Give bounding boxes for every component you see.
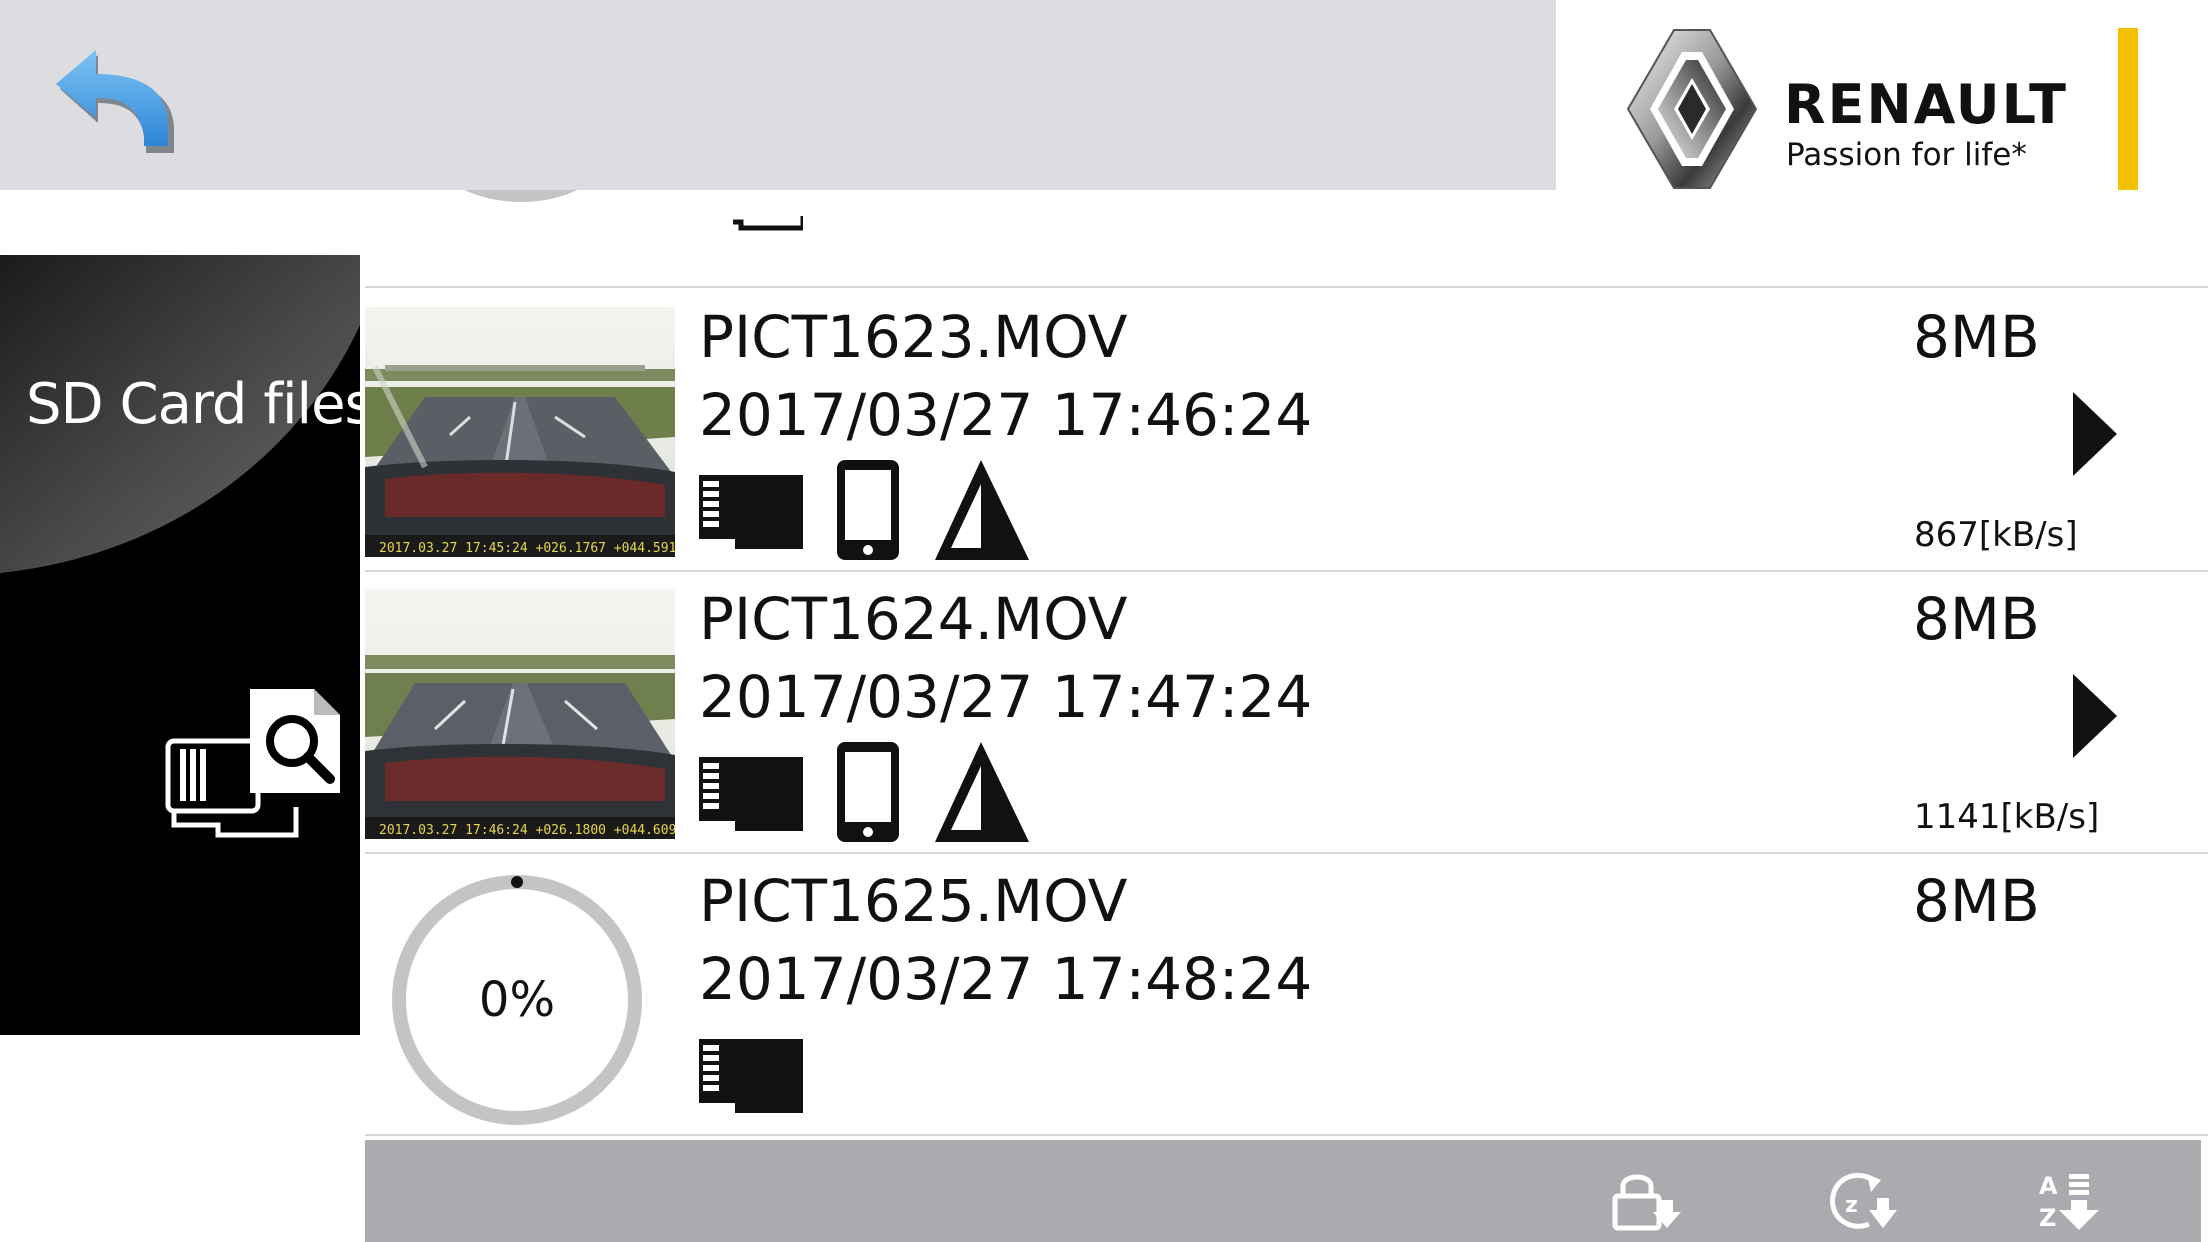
play-icon bbox=[2073, 674, 2117, 758]
brand-accent-bar bbox=[2118, 28, 2138, 190]
list-item[interactable]: 2017.03.27 17:46:24 +026.1800 +044.6096 … bbox=[365, 572, 2208, 854]
file-name: PICT1625.MOV bbox=[699, 867, 1128, 935]
sidebar-title: SD Card files bbox=[26, 372, 360, 437]
phone-icon bbox=[835, 458, 901, 562]
top-bar bbox=[0, 0, 1556, 190]
brand-header: RENAULT Passion for life* bbox=[1556, 0, 2208, 190]
svg-text:z: z bbox=[1845, 1193, 1858, 1218]
sd-card-search-icon[interactable] bbox=[164, 689, 344, 839]
video-thumbnail[interactable]: 2017.03.27 17:45:24 +026.1767 +044.5911 … bbox=[365, 307, 675, 557]
auto-download-button[interactable]: z bbox=[1827, 1170, 1899, 1232]
phone-icon bbox=[835, 740, 901, 844]
file-name: PICT1624.MOV bbox=[699, 585, 1128, 653]
progress-ring-partial bbox=[465, 190, 577, 202]
back-button[interactable] bbox=[52, 46, 174, 154]
file-size: 8MB bbox=[1913, 867, 2040, 935]
list-item[interactable]: 0% PICT1625.MOV 2017/03/27 17:48:24 8MB bbox=[365, 854, 2208, 1136]
renault-logo bbox=[1624, 26, 1760, 192]
download-progress: 0% bbox=[389, 872, 645, 1128]
sd-card-icon bbox=[733, 216, 803, 231]
play-button[interactable] bbox=[2073, 674, 2117, 758]
auto-download-icon: z bbox=[1830, 1172, 1897, 1229]
file-datetime: 2017/03/27 17:48:24 bbox=[699, 945, 1313, 1013]
file-name: PICT1623.MOV bbox=[699, 303, 1128, 371]
play-icon bbox=[2073, 392, 2117, 476]
list-item[interactable]: 2017.03.27 17:45:24 +026.1767 +044.5911 … bbox=[365, 290, 2208, 572]
bottom-toolbar: z A Z bbox=[365, 1140, 2201, 1242]
sd-card-icon bbox=[699, 757, 803, 831]
file-datetime: 2017/03/27 17:46:24 bbox=[699, 381, 1313, 449]
play-button[interactable] bbox=[2073, 392, 2117, 476]
back-arrow-icon bbox=[56, 50, 174, 153]
transfer-rate: 1141[kB/s] bbox=[1914, 797, 2100, 837]
gps-arrow-icon bbox=[931, 740, 1031, 844]
side-panel: SD Card files bbox=[0, 255, 360, 1035]
svg-text:Z: Z bbox=[2039, 1204, 2056, 1232]
svg-text:A: A bbox=[2039, 1172, 2058, 1200]
lock-download-button[interactable] bbox=[1611, 1170, 1683, 1232]
thumb-caption: 2017.03.27 17:45:24 +026.1767 +044.5911 … bbox=[379, 541, 675, 556]
sd-card-icon bbox=[699, 475, 803, 549]
file-list[interactable]: 2017.03.27 17:45:24 +026.1767 +044.5911 … bbox=[365, 190, 2208, 1140]
thumb-caption: 2017.03.27 17:46:24 +026.1800 +044.6096 … bbox=[379, 823, 675, 838]
progress-percent: 0% bbox=[478, 972, 556, 1028]
video-thumbnail[interactable]: 2017.03.27 17:46:24 +026.1800 +044.6096 … bbox=[365, 589, 675, 839]
lock-download-icon bbox=[1612, 1174, 1681, 1231]
gps-arrow-icon bbox=[931, 458, 1031, 562]
sd-card-icon bbox=[699, 1039, 803, 1113]
partial-row bbox=[365, 190, 2208, 288]
file-size: 8MB bbox=[1913, 585, 2040, 653]
transfer-rate: 867[kB/s] bbox=[1914, 515, 2078, 555]
sort-az-icon: A Z bbox=[2039, 1172, 2099, 1232]
file-datetime: 2017/03/27 17:47:24 bbox=[699, 663, 1313, 731]
brand-tagline: Passion for life* bbox=[1786, 137, 2027, 173]
file-size: 8MB bbox=[1913, 303, 2040, 371]
brand-name: RENAULT bbox=[1784, 73, 2068, 136]
sort-button[interactable]: A Z bbox=[2035, 1170, 2107, 1232]
